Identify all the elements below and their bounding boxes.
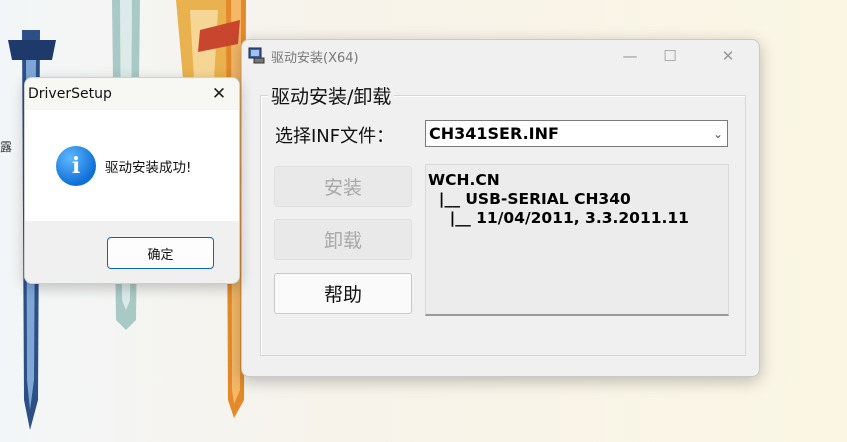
info-icon-glyph: i [71,153,81,179]
maximize-icon: ☐ [663,47,677,65]
ok-button-label: 确定 [147,247,174,263]
title-bar[interactable]: 驱动安装(X64) — ☐ ✕ [242,40,759,72]
message-title: DriverSetup [28,86,112,102]
uninstall-button[interactable]: 卸载 [274,219,412,260]
app-icon [248,47,265,64]
info-line-version: |__ 11/04/2011, 3.3.2011.11 [428,209,689,227]
info-line-device: |__ USB-SERIAL CH340 [428,190,631,208]
group-title: 驱动安装/卸载 [268,82,395,109]
message-body: i 驱动安装成功! [25,110,239,221]
inf-file-value: CH341SER.INF [429,124,559,143]
desktop-edge-text: 露 [0,140,13,154]
driver-setup-window: 驱动安装(X64) — ☐ ✕ 驱动安装/卸载 选择INF文件： CH341SE… [241,39,760,377]
message-text: 驱动安装成功! [105,160,192,176]
info-line-vendor: WCH.CN [428,171,500,189]
message-footer: 确定 [25,221,239,283]
driver-info-panel: WCH.CN |__ USB-SERIAL CH340 |__ 11/04/20… [425,164,729,316]
uninstall-button-label: 卸载 [323,230,362,252]
inf-file-label: 选择INF文件： [275,126,395,147]
message-title-bar[interactable]: DriverSetup ✕ [25,78,239,110]
message-close-button[interactable]: ✕ [199,78,239,110]
help-button-label: 帮助 [323,284,362,306]
chevron-down-icon: ⌄ [712,127,723,141]
inf-file-select[interactable]: CH341SER.INF ⌄ [425,120,728,147]
install-button[interactable]: 安装 [274,166,412,207]
ok-button[interactable]: 确定 [107,237,214,269]
minimize-icon: — [622,47,638,65]
window-title: 驱动安装(X64) [271,51,359,66]
maximize-button[interactable]: ☐ [647,40,693,72]
close-icon: ✕ [721,47,735,65]
close-button[interactable]: ✕ [705,40,751,72]
info-icon: i [56,146,96,186]
close-icon: ✕ [211,84,227,104]
driversetup-message-box: DriverSetup ✕ i 驱动安装成功! 确定 [24,77,240,284]
install-button-label: 安装 [323,177,362,199]
help-button[interactable]: 帮助 [274,273,412,314]
